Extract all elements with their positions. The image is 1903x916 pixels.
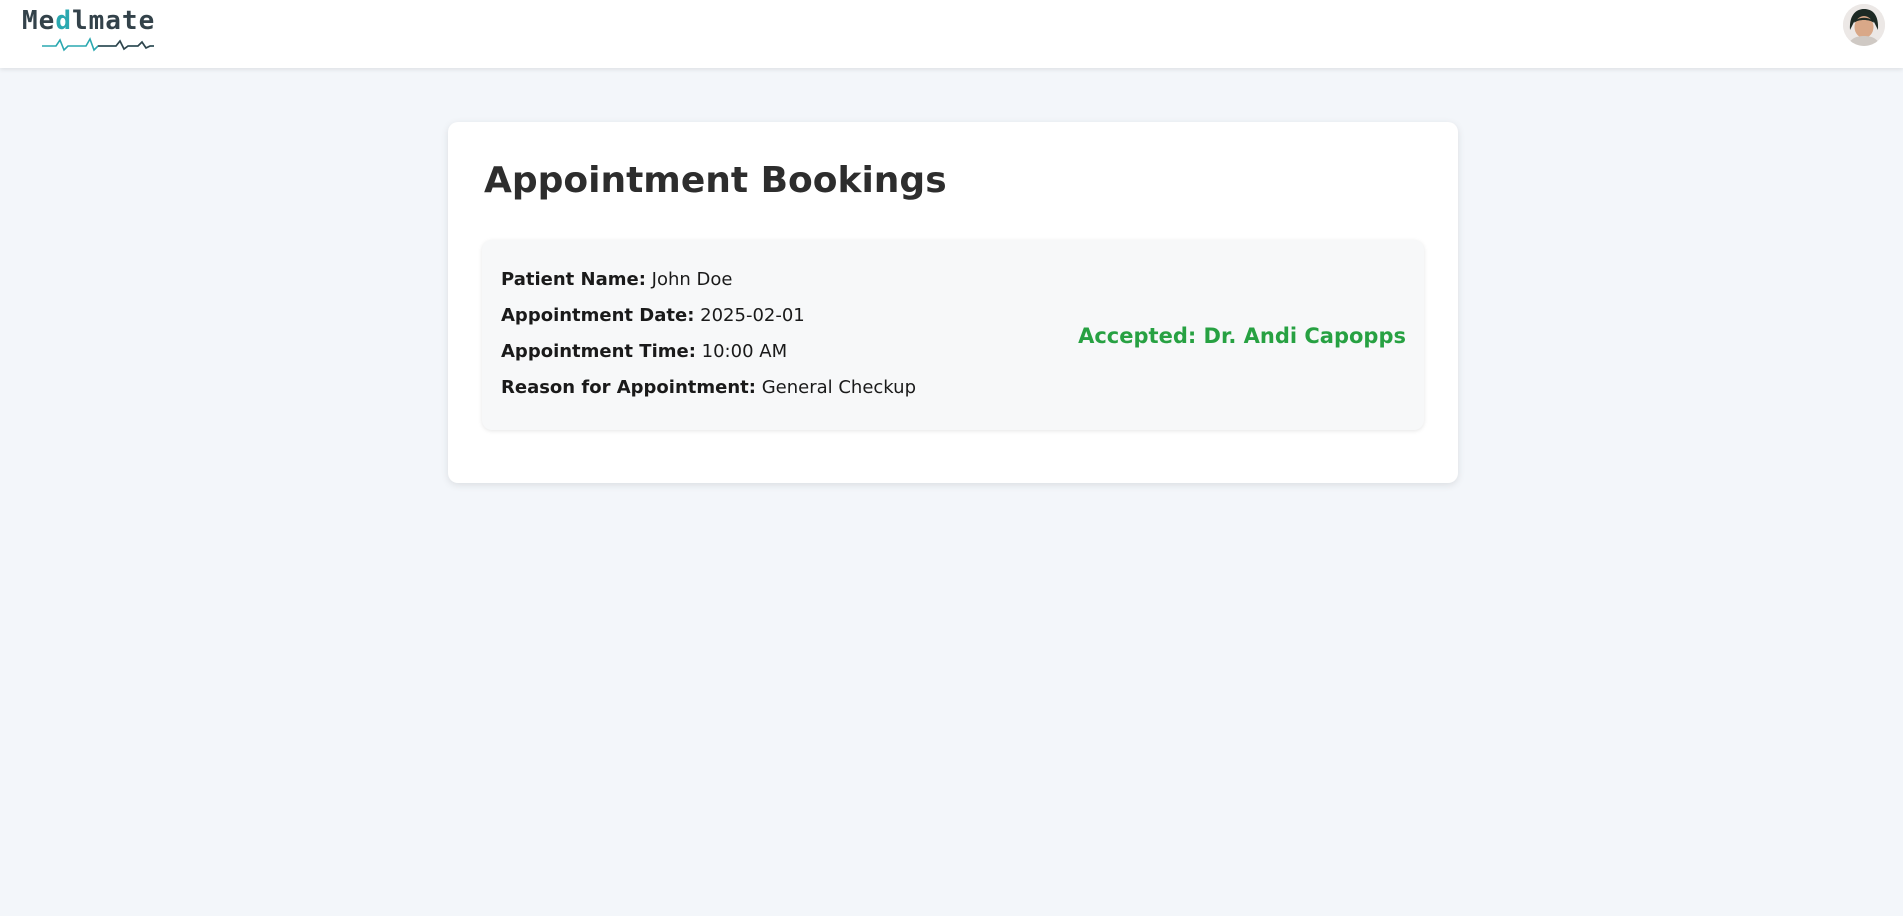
top-navbar: Medlmate (0, 0, 1903, 68)
patient-name-label: Patient Name: (501, 269, 646, 290)
appointment-reason-label: Reason for Appointment: (501, 377, 756, 398)
appointment-reason-value: General Checkup (761, 377, 916, 398)
heartbeat-pulse-icon (42, 37, 154, 52)
medlmate-logo[interactable]: Medlmate (22, 6, 156, 52)
booking-details: Patient Name: John Doe Appointment Date:… (501, 266, 916, 410)
appointment-date-label: Appointment Date: (501, 305, 695, 326)
appointment-time-value: 10:00 AM (701, 341, 788, 362)
appointment-time-label: Appointment Time: (501, 341, 696, 362)
user-avatar-icon (1843, 4, 1885, 46)
booking-item: Patient Name: John Doe Appointment Date:… (482, 240, 1424, 430)
patient-name-row: Patient Name: John Doe (501, 266, 916, 302)
page-title: Appointment Bookings (484, 160, 947, 201)
patient-name-value: John Doe (651, 269, 733, 290)
appointment-date-row: Appointment Date: 2025-02-01 (501, 302, 916, 338)
booking-status: Accepted: Dr. Andi Capopps (1078, 324, 1406, 348)
logo-text: Medlmate (22, 6, 156, 36)
appointment-bookings-card: Appointment Bookings Patient Name: John … (448, 122, 1458, 483)
user-avatar[interactable] (1843, 4, 1885, 46)
appointment-time-row: Appointment Time: 10:00 AM (501, 338, 916, 374)
appointment-date-value: 2025-02-01 (700, 305, 805, 326)
appointment-reason-row: Reason for Appointment: General Checkup (501, 374, 916, 410)
